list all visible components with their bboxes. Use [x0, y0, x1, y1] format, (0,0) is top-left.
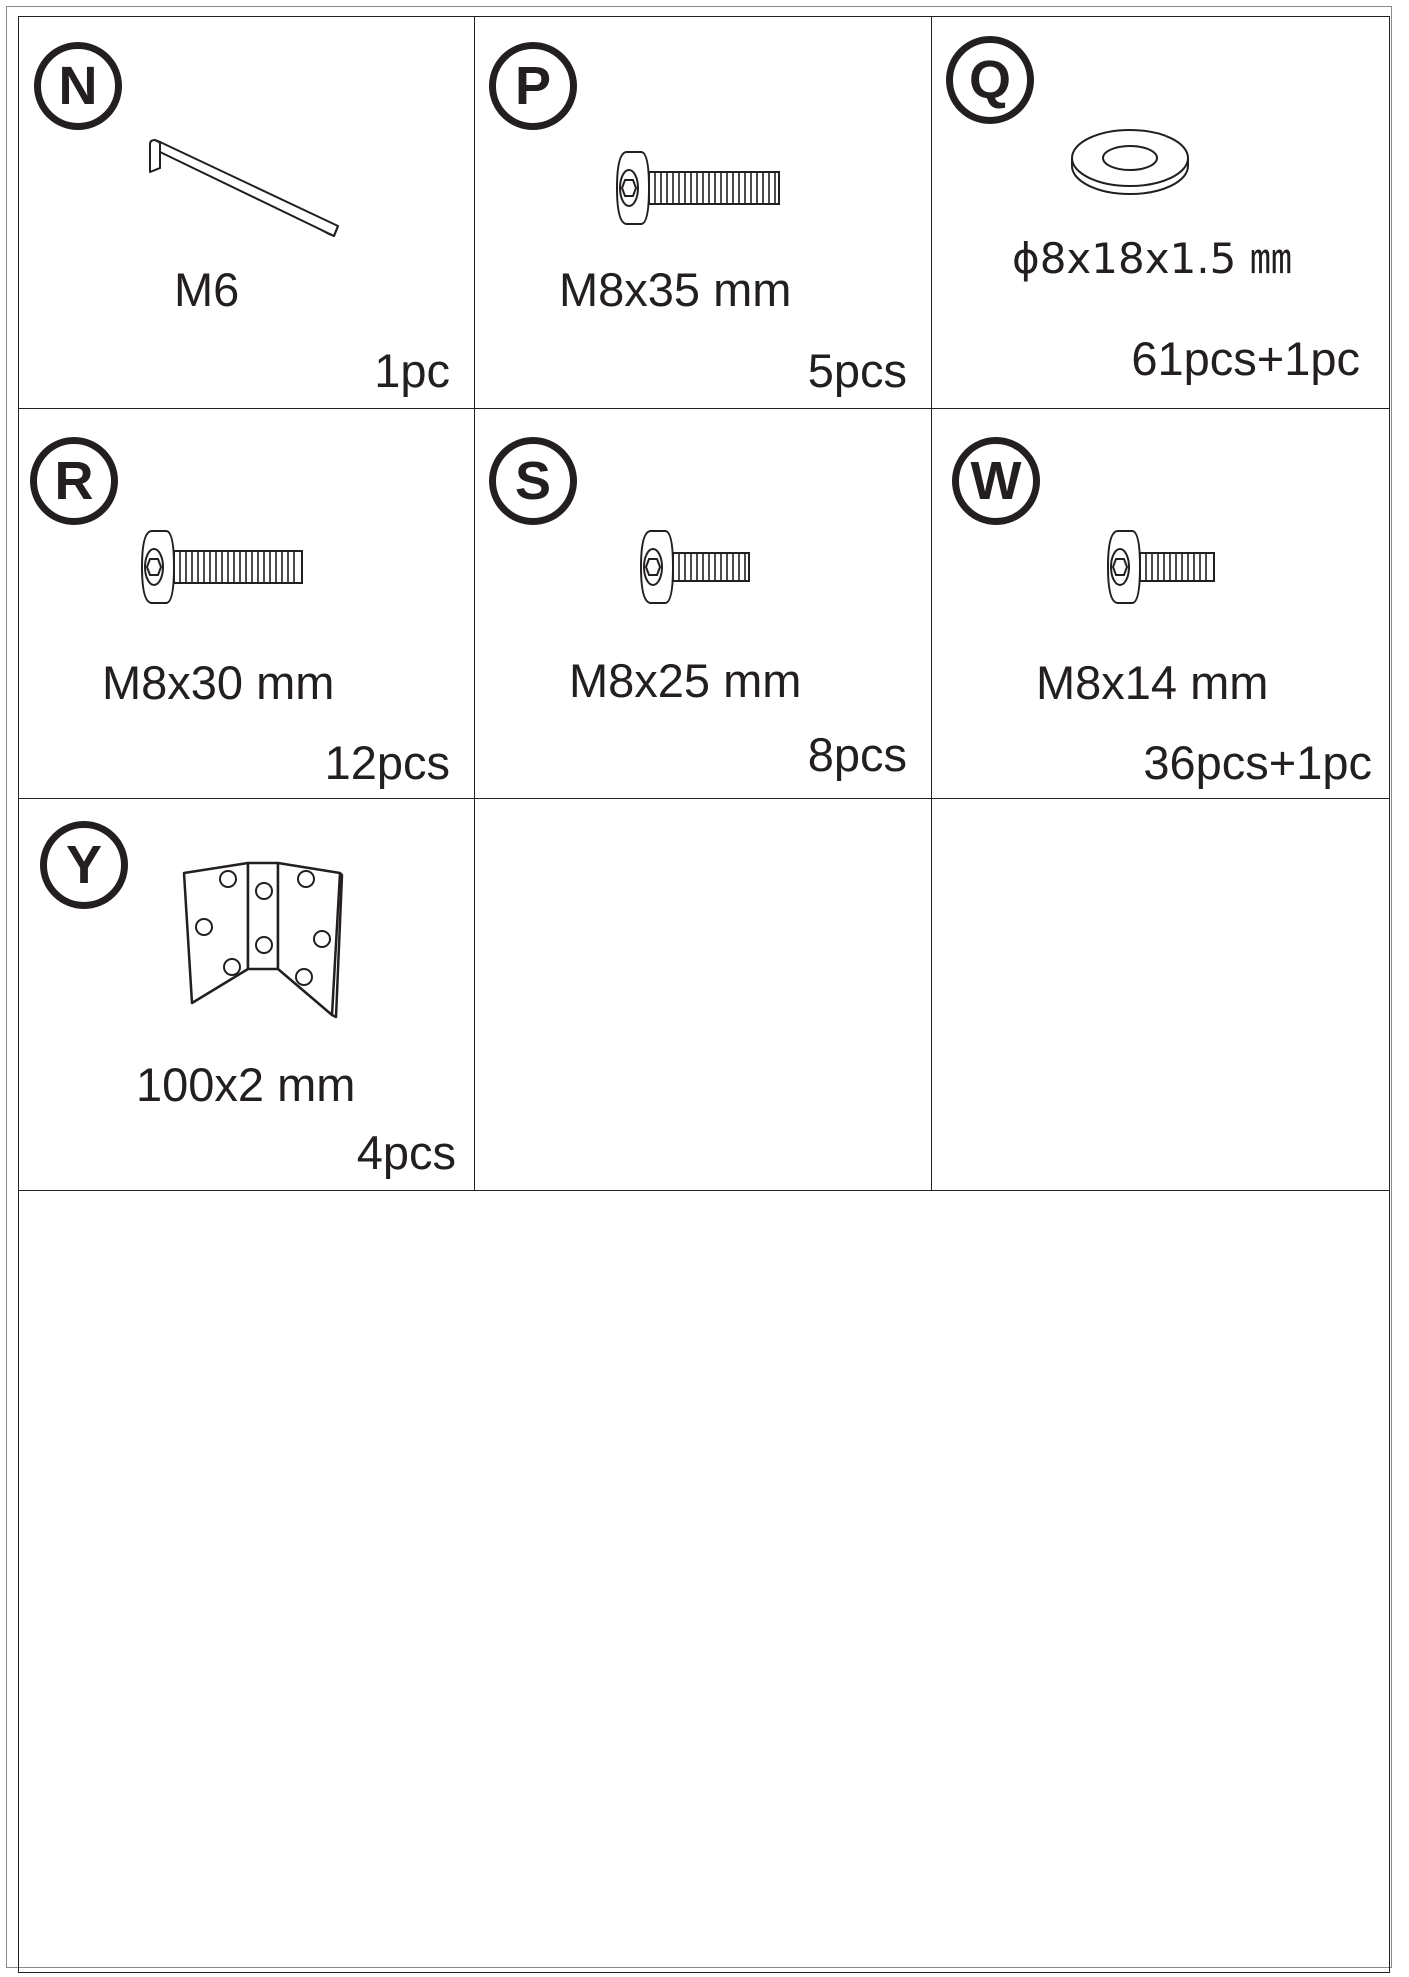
part-spec: ϕ8x18x1.5 ㎜: [1012, 234, 1292, 283]
part-quantity: 1pc: [374, 344, 450, 397]
part-letter-badge: W: [952, 437, 1040, 525]
part-letter-badge: N: [34, 42, 122, 130]
part-spec: M8x35 mm: [559, 263, 792, 316]
part-cell-s: S M8x25 mm 8pcs: [475, 409, 932, 799]
empty-cell: [932, 799, 1390, 1191]
part-quantity: 36pcs+1pc: [1143, 736, 1372, 789]
part-spec: M8x25 mm: [569, 654, 802, 707]
part-cell-w: W M8x14 mm 36pcs+1pc: [932, 409, 1390, 799]
part-quantity: 4pcs: [356, 1126, 456, 1179]
part-letter-badge: Q: [946, 36, 1034, 124]
part-quantity: 8pcs: [807, 728, 907, 781]
parts-grid: N M6 1pc P M8x35 mm 5pcs Q ϕ8x18x1.5 ㎜ 6…: [18, 16, 1390, 1191]
washer-icon: [1071, 129, 1189, 195]
bolt-icon: [1106, 530, 1215, 604]
part-spec: M6: [174, 263, 240, 316]
corner-bracket-icon: [182, 861, 344, 1019]
part-quantity: 5pcs: [807, 344, 907, 397]
bolt-icon: [615, 151, 780, 225]
part-quantity: 12pcs: [324, 736, 450, 789]
part-letter-badge: S: [489, 437, 577, 525]
part-cell-r: R M8x30 mm 12pcs: [18, 409, 475, 799]
part-letter-badge: R: [30, 437, 118, 525]
part-spec: M8x14 mm: [1036, 656, 1269, 709]
empty-cell: [475, 799, 932, 1191]
part-letter-badge: Y: [40, 821, 128, 909]
part-cell-y: Y 100x2 mm 4pcs: [18, 799, 475, 1191]
part-cell-n: N M6 1pc: [18, 16, 475, 409]
part-quantity: 61pcs+1pc: [1131, 332, 1360, 385]
part-cell-q: Q ϕ8x18x1.5 ㎜ 61pcs+1pc: [932, 16, 1390, 409]
bolt-icon: [639, 530, 750, 604]
part-spec: M8x30 mm: [102, 656, 335, 709]
part-cell-p: P M8x35 mm 5pcs: [475, 16, 932, 409]
part-letter-badge: P: [489, 42, 577, 130]
bolt-icon: [140, 530, 303, 604]
hex-key-icon: [149, 139, 339, 237]
part-spec: 100x2 mm: [136, 1058, 356, 1111]
